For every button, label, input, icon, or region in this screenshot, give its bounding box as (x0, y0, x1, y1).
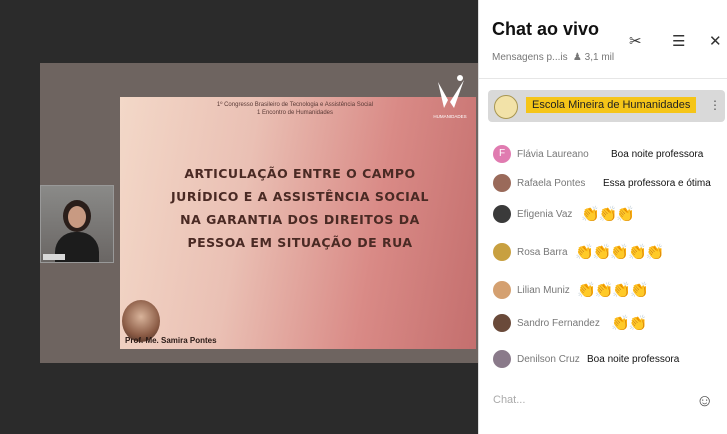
webcam-person-face (68, 206, 86, 228)
message-text: Boa noite professora (611, 149, 704, 160)
slide-header-line1: 1º Congresso Brasileiro de Tecnologia e … (216, 102, 374, 108)
message-text: Boa noite professora (587, 354, 680, 365)
chat-title: Chat ao vivo (492, 19, 600, 39)
message-author[interactable]: Sandro Fernandez (517, 318, 600, 329)
clapping-hands-emoji: 👏👏👏👏👏 (575, 244, 664, 261)
pinned-avatar (494, 95, 518, 119)
message-author[interactable]: Lilian Muniz (517, 285, 570, 296)
viewers-icon: ♟ (570, 52, 582, 63)
header-divider (479, 78, 727, 79)
avatar[interactable] (493, 314, 511, 332)
message-author[interactable]: Efigenia Vaz (517, 209, 572, 220)
slide-header-line2: 1 Encontro de Humanidades (256, 110, 334, 116)
emoji-icon[interactable]: ☺ (696, 391, 713, 411)
message-author[interactable]: Rosa Barra (517, 247, 568, 258)
message-text: Essa professora e ótima (603, 178, 711, 189)
humanidades-logo-icon: HUMANIDADES (433, 75, 467, 119)
presenter-name: Prof. Me. Samira Pontes (125, 336, 217, 345)
avatar[interactable] (493, 350, 511, 368)
live-chat-panel: Chat ao vivo Mensagens p...is ♟ 3,1 mil … (478, 0, 727, 434)
close-icon[interactable]: ✕ (709, 32, 722, 50)
more-options-icon[interactable]: ⋮ (709, 98, 721, 112)
pinned-message[interactable]: Escola Mineira de Humanidades ⋮ (488, 90, 725, 122)
svg-text:HUMANIDADES: HUMANIDADES (433, 114, 466, 119)
message-author[interactable]: Rafaela Pontes (517, 178, 585, 189)
clapping-hands-emoji: 👏👏 (611, 315, 647, 332)
avatar[interactable] (493, 205, 511, 223)
avatar[interactable] (493, 174, 511, 192)
avatar[interactable] (493, 243, 511, 261)
settings-sliders-icon[interactable]: ☰ (672, 32, 685, 50)
message-author[interactable]: Flávia Laureano (517, 149, 589, 160)
message-author[interactable]: Denilson Cruz (517, 354, 580, 365)
scissors-icon[interactable]: ✂ (629, 32, 642, 50)
pinned-author: Escola Mineira de Humanidades (526, 97, 697, 113)
slide-header: 1º Congresso Brasileiro de Tecnologia e … (180, 101, 410, 117)
avatar[interactable] (493, 281, 511, 299)
webcam-name-label (43, 254, 65, 260)
avatar[interactable]: F (493, 145, 511, 163)
clapping-hands-emoji: 👏👏👏👏 (577, 282, 649, 299)
chat-input[interactable]: Chat... (493, 394, 673, 406)
webcam-feed (40, 185, 114, 263)
slide-title: ARTICULAÇÃO ENTRE O CAMPO JURÍDICO E A A… (171, 166, 429, 250)
chat-subtitle[interactable]: Mensagens p...is ♟ 3,1 mil (492, 52, 614, 63)
chat-mode-label[interactable]: Mensagens p...is (492, 52, 568, 63)
clapping-hands-emoji: 👏👏👏 (581, 206, 635, 223)
viewer-count: 3,1 mil (584, 52, 615, 63)
